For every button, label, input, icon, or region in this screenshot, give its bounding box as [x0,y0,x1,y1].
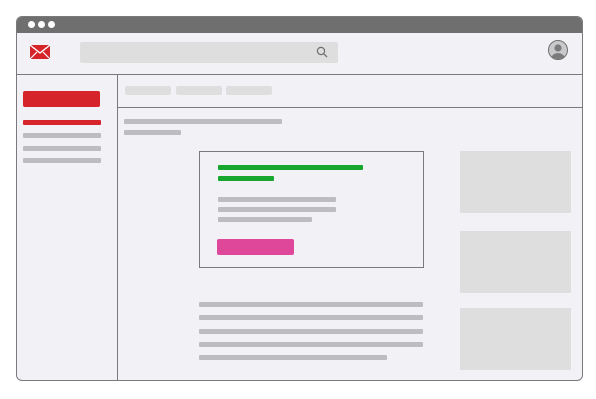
title-bar [17,17,582,33]
email-body-line [218,197,336,202]
email-headline [218,165,363,170]
body-text-line [199,342,423,347]
ad-placeholder[interactable] [460,151,571,213]
tab[interactable] [226,86,272,95]
body-text-line [199,329,423,334]
sidebar [17,75,118,380]
sidebar-item[interactable] [23,133,101,138]
window-control-dot[interactable] [28,21,35,28]
search-icon[interactable] [316,46,328,58]
browser-window [16,16,583,381]
body-text-line [199,355,387,360]
body-text-line [199,315,423,320]
call-to-action-button[interactable] [217,239,294,255]
tab[interactable] [176,86,222,95]
mail-envelope-icon[interactable] [29,43,51,61]
message-sender-line [124,130,181,135]
message-subject-line [124,119,282,124]
user-avatar-icon[interactable] [548,40,568,60]
sidebar-item-inbox[interactable] [23,120,101,125]
tab-bar [118,75,582,108]
email-content-card [199,151,424,268]
body-text-line [199,302,423,307]
app-header [17,33,582,75]
compose-button[interactable] [23,91,100,107]
email-body-line [218,217,312,222]
ad-placeholder[interactable] [460,308,571,370]
window-control-dot[interactable] [48,21,55,28]
email-body-line [218,207,336,212]
email-subheadline [218,176,274,181]
ad-placeholder[interactable] [460,231,571,293]
search-input[interactable] [80,42,338,63]
window-control-dot[interactable] [38,21,45,28]
sidebar-item[interactable] [23,158,101,163]
tab[interactable] [125,86,171,95]
sidebar-item[interactable] [23,146,101,151]
